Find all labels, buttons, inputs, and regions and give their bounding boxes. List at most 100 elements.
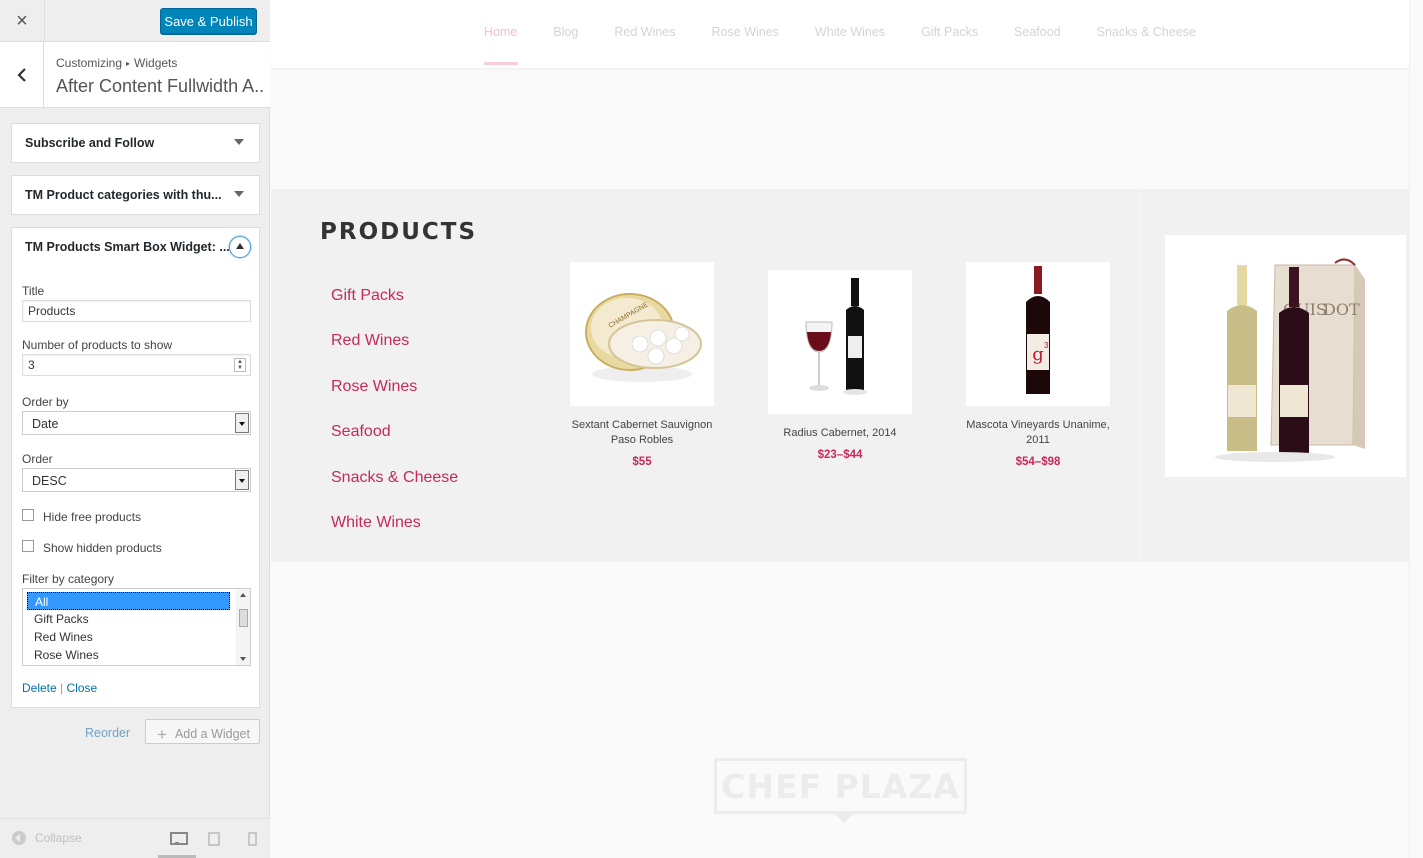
chevron-left-icon [16,68,26,82]
hide-free-checkbox[interactable] [22,509,34,521]
nav-home[interactable]: Home [484,25,519,65]
svg-text:DOT: DOT [1323,300,1360,319]
add-widget-button[interactable]: + Add a Widget [145,719,260,744]
orderby-label: Order by [22,395,69,409]
widget-subscribe-follow[interactable]: Subscribe and Follow [11,123,260,163]
scroll-thumb[interactable] [239,609,248,627]
delete-link[interactable]: Delete [22,681,57,695]
listbox-scrollbar[interactable] [236,589,250,665]
chef-plaza-logo: CHEF PLAZA [714,758,967,823]
add-widget-label: Add a Widget [174,727,250,741]
count-stepper[interactable]: 3 ▲ ▼ [22,354,251,376]
save-publish-button[interactable]: Save & Publish [160,8,257,34]
close-customizer-button[interactable]: × [0,0,45,42]
customizer-footer: Collapse [0,818,270,858]
plus-icon: + [157,725,167,744]
mobile-icon[interactable] [248,832,257,846]
spinner-icon[interactable]: ▲ ▼ [234,358,246,372]
main-menu: Home Blog Red Wines Rose Wines White Win… [484,25,1232,65]
breadcrumb-separator: ▸ [126,59,131,68]
product-name[interactable]: Radius Cabernet, 2014 [768,426,912,441]
product-card[interactable]: CHAMPAGNE Sextant Cabernet Sauvignon Pas… [570,262,714,468]
category-option[interactable]: All [27,592,230,610]
show-hidden-checkbox[interactable] [22,540,34,552]
category-link-seafood[interactable]: Seafood [331,423,458,468]
product-image-radius-cabernet[interactable] [768,270,912,414]
widget-products-smart-box[interactable]: TM Products Smart Box Widget: ... [11,227,260,266]
nav-snacks-cheese[interactable]: Snacks & Cheese [1097,25,1196,39]
svg-text:3: 3 [1044,341,1049,350]
breadcrumb-current: Widgets [134,56,178,70]
dropdown-arrow-icon[interactable] [235,413,249,433]
title-label: Title [22,284,45,298]
title-input[interactable]: Products [22,300,251,322]
widget-product-categories[interactable]: TM Product categories with thu... [11,175,260,215]
breadcrumb-root: Customizing [56,56,123,70]
featured-gift-box-image[interactable]: OUIS DOT [1165,235,1406,477]
nav-seafood[interactable]: Seafood [1014,25,1061,39]
nav-red-wines[interactable]: Red Wines [614,25,675,39]
product-card[interactable]: Radius Cabernet, 2014 $23–$44 [768,270,912,461]
collapse-label: Collapse [35,831,82,845]
caret-down-icon[interactable] [234,139,244,145]
scroll-down-icon[interactable] [240,657,246,661]
product-name[interactable]: Sextant Cabernet Sauvignon Paso Robles [570,418,714,448]
nav-gift-packs[interactable]: Gift Packs [921,25,978,39]
desktop-icon[interactable] [170,832,188,845]
widget-actions: Delete | Close [22,681,97,695]
order-value: DESC [32,474,67,488]
category-option[interactable]: Gift Packs [27,610,230,628]
customizer-topbar: × Save & Publish [0,0,270,42]
customizer-sidebar: × Save & Publish Customizing ▸ Widgets Aft… [0,0,270,858]
collapse-up-icon[interactable] [229,236,251,258]
product-price: $54–$98 [1015,456,1061,468]
order-select[interactable]: DESC [22,468,251,492]
section-header: Customizing ▸ Widgets After Content Fullwi… [0,42,270,108]
orderby-select[interactable]: Date [22,411,251,435]
count-value: 3 [28,358,35,372]
section-title: After Content Fullwidth A... [56,76,264,96]
product-image-truffles[interactable]: CHAMPAGNE [570,262,714,406]
reorder-button[interactable]: Reorder [85,726,130,740]
widget-title: Subscribe and Follow [25,136,155,150]
order-label: Order [22,452,53,466]
products-heading: PRODUCTS [320,219,478,245]
tablet-icon[interactable] [208,832,220,846]
product-price: $55 [632,456,652,468]
count-label: Number of products to show [22,338,173,352]
category-option[interactable]: Rose Wines [27,646,230,664]
close-link[interactable]: Close [67,681,98,695]
action-separator: | [60,681,64,695]
products-section: PRODUCTS Gift Packs Red Wines Rose Wines… [271,189,1409,562]
collapse-arrow-icon [12,831,26,845]
category-listbox[interactable]: All Gift Packs Red Wines Rose Wines [22,588,251,666]
scroll-up-icon[interactable] [240,593,246,597]
product-name[interactable]: Mascota Vineyards Unanime, 2011 [966,418,1110,448]
widget-form: Title Products Number of products to sho… [11,265,260,708]
product-image-mascota-unanime[interactable]: g 3 [966,262,1110,406]
category-links: Gift Packs Red Wines Rose Wines Seafood … [331,287,458,559]
collapse-button[interactable]: Collapse [12,831,82,845]
category-option[interactable]: Red Wines [27,628,230,646]
category-link-snacks-cheese[interactable]: Snacks & Cheese [331,469,458,514]
category-link-gift-packs[interactable]: Gift Packs [331,287,458,332]
orderby-value: Date [32,417,59,431]
product-card[interactable]: g 3 Mascota Vineyards Unanime, 2011 $54–… [966,262,1110,468]
nav-rose-wines[interactable]: Rose Wines [712,25,779,39]
category-link-rose-wines[interactable]: Rose Wines [331,378,458,423]
category-link-white-wines[interactable]: White Wines [331,514,458,559]
nav-blog[interactable]: Blog [553,25,578,39]
nav-white-wines[interactable]: White Wines [815,25,885,39]
filter-label: Filter by category [22,572,115,586]
hide-free-label: Hide free products [43,510,142,524]
section-divider [1139,189,1140,562]
dropdown-arrow-icon[interactable] [235,470,249,490]
product-price: $23–$44 [817,449,863,461]
site-preview: Home Blog Red Wines Rose Wines White Win… [271,0,1423,858]
category-link-red-wines[interactable]: Red Wines [331,332,458,377]
caret-down-icon[interactable] [234,191,244,197]
breadcrumb: Customizing ▸ Widgets [56,56,177,70]
preview-scrollbar[interactable] [1409,0,1423,858]
back-button[interactable] [0,42,44,108]
show-hidden-label: Show hidden products [43,541,162,555]
